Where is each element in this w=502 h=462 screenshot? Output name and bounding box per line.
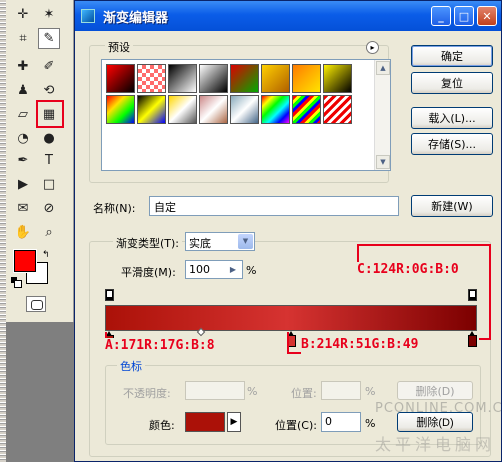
preset-swatch[interactable]	[106, 95, 135, 124]
annotation-line	[287, 332, 289, 354]
presets-label: 预设	[105, 39, 133, 55]
name-label: 名称(N):	[93, 202, 136, 215]
color-label: 颜色:	[149, 419, 175, 432]
color-stops-label: 色标	[117, 358, 145, 374]
preset-swatch[interactable]	[106, 64, 135, 93]
opacity-stop-left[interactable]	[105, 289, 114, 301]
preset-swatch[interactable]	[230, 64, 259, 93]
annotation-line	[357, 244, 491, 246]
presets-grid	[106, 64, 352, 124]
gradient-editor-dialog: 渐变编辑器 _ □ ✕ 预设 ▸ ▲ ▼ 确定 复位 载入(L)... 存储(S…	[74, 0, 502, 462]
stamp-icon[interactable]: ♟	[12, 80, 34, 101]
save-button[interactable]: 存储(S)...	[411, 133, 493, 155]
foreground-color-swatch[interactable]	[13, 249, 37, 273]
dialog-title: 渐变编辑器	[103, 10, 169, 26]
smoothness-percent: %	[246, 264, 257, 277]
magic-wand-icon[interactable]: ✶	[38, 4, 60, 25]
opacity-stop-right[interactable]	[468, 289, 477, 301]
eraser-icon[interactable]: ▱	[12, 104, 34, 125]
default-colors-icon[interactable]	[11, 277, 22, 288]
preset-swatch[interactable]	[292, 64, 321, 93]
annotation-stop-a: A:171R:17G:B:8	[105, 338, 215, 353]
preset-swatch[interactable]	[292, 95, 321, 124]
preset-swatch[interactable]	[323, 64, 352, 93]
gradient-tool-highlight	[36, 100, 64, 128]
smoothness-arrow-icon[interactable]: ▶	[225, 261, 241, 278]
stop-color-swatch[interactable]	[185, 412, 225, 432]
preset-swatch[interactable]	[323, 95, 352, 124]
color-stop-c[interactable]	[468, 331, 477, 347]
smoothness-label: 平滑度(M):	[121, 266, 176, 279]
quick-mask-button[interactable]	[26, 296, 46, 312]
annotation-line	[357, 244, 359, 262]
history-brush-icon[interactable]: ⟲	[38, 80, 60, 101]
presets-menu-icon[interactable]: ▸	[366, 41, 379, 54]
watermark-text-cn: 太平洋电脑网	[375, 435, 496, 454]
opacity-position-input	[321, 381, 361, 400]
eyedropper-icon[interactable]: ✎	[38, 28, 60, 49]
preset-swatch[interactable]	[137, 64, 166, 93]
color-menu-arrow-icon[interactable]: ▶	[227, 412, 241, 432]
watermark-text: PCONLINE.COM.CN	[375, 401, 502, 416]
color-position-label: 位置(C):	[275, 419, 317, 432]
toolbox-panel: ✛ ✶ ⌗ ✎ ✚ ✐ ♟ ⟲ ▱ ▦ ◔ ● ✒ T ▶ □ ✉ ⊘ ✋ ⌕ ↰	[0, 0, 74, 462]
annotation-line	[489, 244, 491, 340]
brush-icon[interactable]: ✐	[38, 56, 60, 77]
crop-icon[interactable]: ⌗	[12, 28, 34, 49]
chevron-down-icon[interactable]: ▼	[238, 234, 253, 249]
opacity-position-label: 位置:	[291, 387, 317, 400]
reset-button[interactable]: 复位	[411, 72, 493, 94]
opacity-delete-button: 删除(D)	[397, 381, 473, 400]
annotation-stop-b: B:214R:51G:B:49	[301, 337, 419, 352]
preset-swatch[interactable]	[137, 95, 166, 124]
healing-brush-icon[interactable]: ✚	[12, 56, 34, 77]
name-input[interactable]: 自定	[149, 196, 399, 216]
dodge-icon[interactable]: ●	[38, 128, 60, 149]
annotation-line	[479, 338, 491, 340]
pen-icon[interactable]: ✒	[12, 150, 34, 171]
color-position-input[interactable]: 0	[321, 412, 361, 432]
close-button[interactable]: ✕	[477, 6, 497, 26]
measure-icon[interactable]: ⊘	[38, 198, 60, 219]
blur-icon[interactable]: ◔	[12, 128, 34, 149]
preset-swatch[interactable]	[261, 95, 290, 124]
title-bar[interactable]: 渐变编辑器 _ □ ✕	[75, 1, 501, 31]
new-button[interactable]: 新建(W)	[411, 195, 493, 217]
move-icon[interactable]: ✛	[12, 4, 34, 25]
workspace-background	[6, 322, 74, 462]
preset-swatch[interactable]	[168, 64, 197, 93]
gradient-type-label: 渐变类型(T):	[113, 235, 183, 251]
load-button[interactable]: 载入(L)...	[411, 107, 493, 129]
scroll-up-icon[interactable]: ▲	[376, 61, 390, 75]
annotation-stop-c: C:124R:0G:B:0	[357, 262, 459, 277]
preset-swatch[interactable]	[168, 95, 197, 124]
gradient-type-value: 实底	[189, 237, 211, 250]
preset-swatch[interactable]	[230, 95, 259, 124]
maximize-button[interactable]: □	[454, 6, 474, 26]
swap-colors-icon[interactable]: ↰	[42, 250, 50, 260]
gradient-type-select[interactable]: 实底 ▼	[185, 232, 255, 251]
type-icon[interactable]: T	[38, 150, 60, 171]
preset-swatch[interactable]	[199, 64, 228, 93]
shape-icon[interactable]: □	[38, 174, 60, 195]
presets-scrollbar[interactable]: ▲ ▼	[374, 60, 390, 170]
notes-icon[interactable]: ✉	[12, 198, 34, 219]
annotation-line	[287, 352, 301, 354]
minimize-button[interactable]: _	[431, 6, 451, 26]
ok-button[interactable]: 确定	[411, 45, 493, 67]
app-icon	[81, 9, 95, 23]
opacity-input	[185, 381, 245, 400]
opacity-percent: %	[247, 385, 258, 398]
zoom-icon[interactable]: ⌕	[38, 222, 60, 243]
opacity-label: 不透明度:	[123, 387, 171, 400]
gradient-bar[interactable]	[105, 305, 477, 331]
color-position-percent: %	[365, 417, 376, 430]
path-select-icon[interactable]: ▶	[12, 174, 34, 195]
scroll-down-icon[interactable]: ▼	[376, 155, 390, 169]
preset-swatch[interactable]	[261, 64, 290, 93]
presets-list: ▲ ▼	[101, 59, 391, 171]
opacity-position-percent: %	[365, 385, 376, 398]
hand-icon[interactable]: ✋	[12, 222, 34, 243]
preset-swatch[interactable]	[199, 95, 228, 124]
